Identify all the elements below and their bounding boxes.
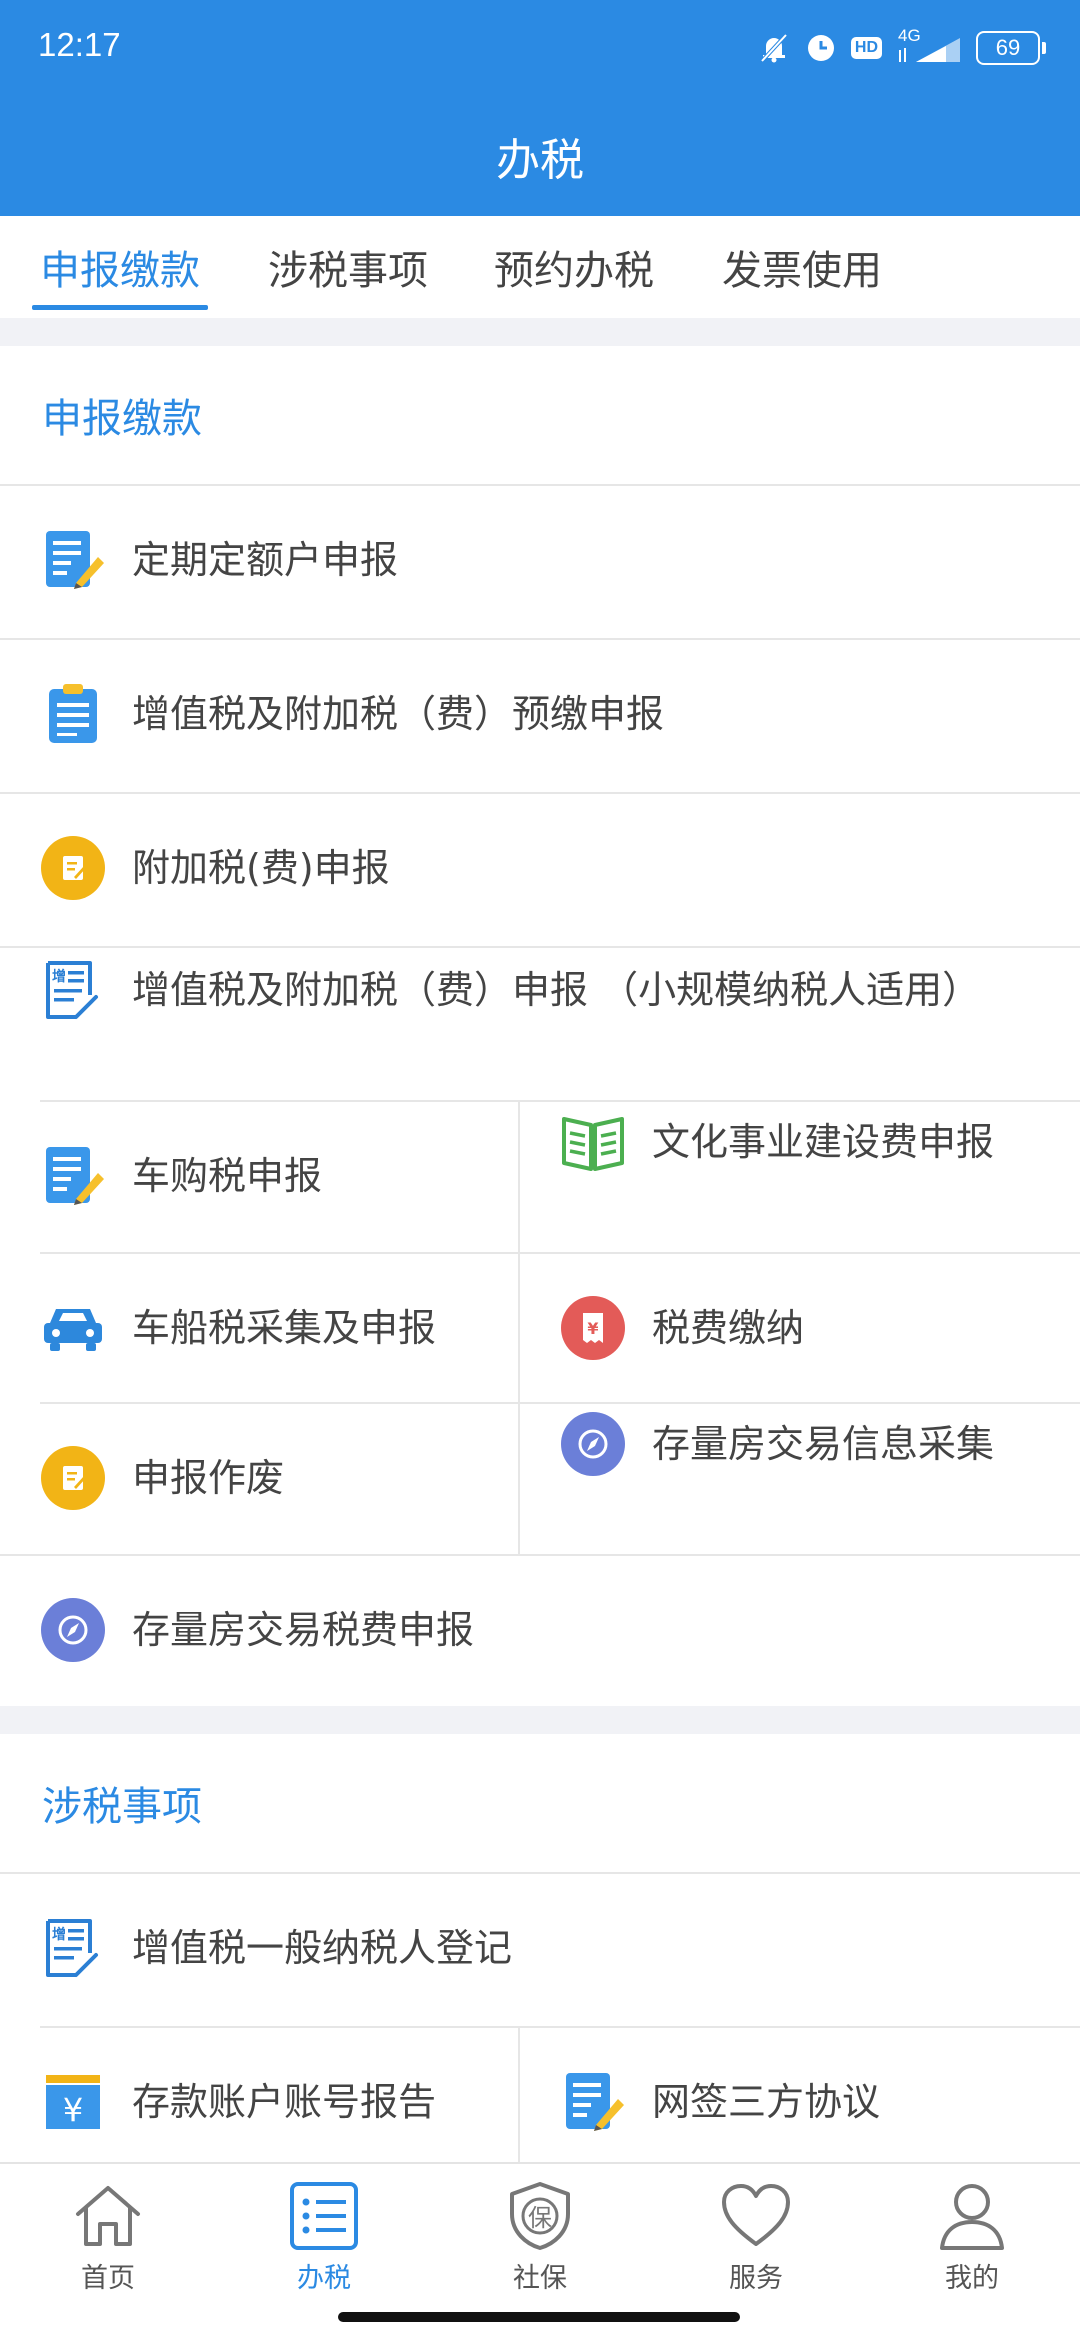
car-icon — [40, 1295, 106, 1361]
divider — [0, 484, 1080, 486]
section-gap — [0, 318, 1080, 346]
tab-invoice[interactable]: 发票使用 — [722, 216, 882, 318]
edit-doc-icon — [40, 1143, 106, 1209]
home-icon — [38, 2178, 178, 2254]
battery-indicator: 69 — [976, 31, 1046, 65]
item-tax-payment[interactable]: 税费缴纳 — [560, 1294, 1040, 1362]
nav-label: 服务 — [729, 2263, 783, 2294]
item-house-tax-declare[interactable]: 存量房交易税费申报 — [40, 1596, 1040, 1664]
nav-label: 办税 — [297, 2263, 351, 2294]
divider — [0, 1872, 1080, 1874]
tab-tax-matters[interactable]: 涉税事项 — [268, 216, 428, 318]
item-label: 存款账户账号报告 — [132, 2080, 437, 2124]
edit-doc-icon — [40, 527, 106, 593]
home-indicator[interactable] — [338, 2312, 740, 2322]
section-gap — [0, 1706, 1080, 1734]
divider — [40, 1252, 1080, 1254]
item-label: 车购税申报 — [132, 1154, 323, 1198]
svg-text:保: 保 — [528, 2204, 552, 2232]
yellow-doc-icon — [40, 835, 106, 901]
item-label: 车船税采集及申报 — [132, 1306, 437, 1350]
heart-icon — [686, 2178, 826, 2254]
item-culture-fee-declare[interactable]: 文化事业建设费申报 — [560, 1108, 1040, 1176]
item-label: 文化事业建设费申报 — [652, 1120, 995, 1164]
nav-label: 首页 — [81, 2263, 135, 2294]
section-title-matters: 涉税事项 — [42, 1784, 202, 1830]
yen-card-icon — [40, 2069, 106, 2135]
item-label: 网签三方协议 — [652, 2080, 881, 2124]
clipboard-icon — [40, 681, 106, 747]
edit-doc-icon — [560, 2069, 626, 2135]
vat-form-icon — [40, 957, 106, 1023]
status-time: 12:17 — [38, 26, 121, 63]
item-label: 税费缴纳 — [652, 1306, 805, 1350]
item-void-declare[interactable]: 申报作废 — [40, 1444, 510, 1512]
tab-declare-pay[interactable]: 申报缴款 — [32, 216, 208, 318]
nav-label: 社保 — [513, 2263, 567, 2294]
tab-bar: 申报缴款 涉税事项 预约办税 发票使用 — [0, 216, 1080, 318]
open-book-icon — [560, 1109, 626, 1175]
item-label: 增值税及附加税（费）预缴申报 — [132, 692, 665, 736]
item-tripartite-agreement[interactable]: 网签三方协议 — [560, 2068, 1040, 2136]
nav-services[interactable]: 服务 — [686, 2178, 826, 2295]
divider — [0, 638, 1080, 640]
item-surtax-declare[interactable]: 附加税(费)申报 — [40, 834, 1040, 902]
hd-icon: HD — [850, 37, 882, 59]
nav-tax[interactable]: 办税 — [254, 2178, 394, 2295]
item-bank-account-report[interactable]: 存款账户账号报告 — [40, 2068, 510, 2136]
list-icon — [254, 2178, 394, 2254]
item-vehicle-vessel-declare[interactable]: 车船税采集及申报 — [40, 1294, 510, 1362]
divider — [40, 1402, 1080, 1404]
nav-label: 我的 — [945, 2263, 999, 2294]
alarm-clock-icon — [807, 35, 834, 61]
divider — [0, 946, 1080, 948]
item-vat-prepay-declare[interactable]: 增值税及附加税（费）预缴申报 — [40, 680, 1040, 748]
divider — [40, 1100, 1080, 1102]
vat-form-icon — [40, 1915, 106, 1981]
status-bar: 12:17 HD 4G 69 — [0, 0, 1080, 96]
person-icon — [902, 2178, 1042, 2254]
mute-bell-icon — [760, 33, 788, 63]
item-label: 存量房交易税费申报 — [132, 1608, 475, 1652]
item-label: 附加税(费)申报 — [132, 846, 390, 890]
item-label: 存量房交易信息采集 — [652, 1422, 995, 1466]
shield-icon: 保 — [470, 2178, 610, 2254]
item-label: 增值税及附加税（费）申报 （小规模纳税人适用） — [132, 968, 981, 1012]
compass-icon — [40, 1597, 106, 1663]
compass-icon — [560, 1411, 626, 1477]
tab-appointment[interactable]: 预约办税 — [494, 216, 654, 318]
page-title: 办税 — [496, 135, 584, 186]
nav-social-security[interactable]: 保 社保 — [470, 2178, 610, 2295]
yellow-doc-icon — [40, 1445, 106, 1511]
nav-home[interactable]: 首页 — [38, 2178, 178, 2295]
nav-mine[interactable]: 我的 — [902, 2178, 1042, 2295]
grid-divider — [518, 1100, 520, 1554]
divider — [40, 2026, 1080, 2028]
item-fixed-quota-declare[interactable]: 定期定额户申报 — [40, 526, 1040, 594]
section-title-declare: 申报缴款 — [42, 396, 202, 442]
divider — [0, 1554, 1080, 1556]
item-vat-small-scale-declare[interactable]: 增值税及附加税（费）申报 （小规模纳税人适用） — [40, 956, 1040, 1024]
item-label: 申报作废 — [132, 1456, 285, 1500]
item-label: 定期定额户申报 — [132, 538, 399, 582]
item-vehicle-purchase-declare[interactable]: 车购税申报 — [40, 1142, 510, 1210]
status-icons: HD 4G 69 — [757, 26, 1046, 68]
grid-divider — [518, 2026, 520, 2162]
item-vat-general-register[interactable]: 增值税一般纳税人登记 — [40, 1914, 1040, 1982]
app-header: 12:17 HD 4G 69 办税 — [0, 0, 1080, 216]
item-label: 增值税一般纳税人登记 — [132, 1926, 513, 1970]
item-house-info-collect[interactable]: 存量房交易信息采集 — [560, 1410, 1040, 1478]
signal-icon: 4G — [896, 26, 962, 66]
yen-receipt-icon — [560, 1295, 626, 1361]
divider — [0, 792, 1080, 794]
